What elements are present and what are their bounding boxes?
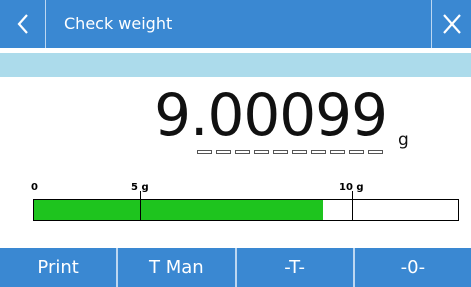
top-bar: Check weight [0, 0, 471, 48]
tare-manual-button[interactable]: T Man [118, 248, 237, 287]
zero-button[interactable]: -0- [355, 248, 471, 287]
scale-label-min: 0 [31, 182, 38, 193]
stability-segment [216, 150, 231, 154]
weight-value: 9.00099 [154, 81, 388, 149]
softkey-bar: Print T Man -T- -0- [0, 248, 471, 287]
bargraph-tick-max [352, 191, 353, 220]
stability-segment [235, 150, 250, 154]
back-button[interactable] [0, 0, 46, 48]
bargraph-tick-mid [140, 191, 141, 220]
close-icon [442, 14, 461, 34]
stability-segment [368, 150, 383, 154]
weight-bargraph [33, 191, 459, 221]
tare-button[interactable]: -T- [237, 248, 355, 287]
weight-unit: g [398, 130, 409, 150]
stability-segment [197, 150, 212, 154]
stability-segment [292, 150, 307, 154]
stability-segment [254, 150, 269, 154]
bargraph-fill [34, 200, 324, 220]
print-button[interactable]: Print [0, 248, 119, 287]
close-button[interactable] [431, 0, 471, 48]
stability-segment [311, 150, 326, 154]
stability-segment [349, 150, 364, 154]
info-band [0, 53, 471, 77]
stability-segment [330, 150, 345, 154]
stability-indicator [197, 150, 383, 154]
page-title: Check weight [64, 14, 173, 33]
stability-segment [273, 150, 288, 154]
chevron-left-icon [17, 14, 28, 34]
weight-readout: 9.00099 g [0, 80, 471, 160]
